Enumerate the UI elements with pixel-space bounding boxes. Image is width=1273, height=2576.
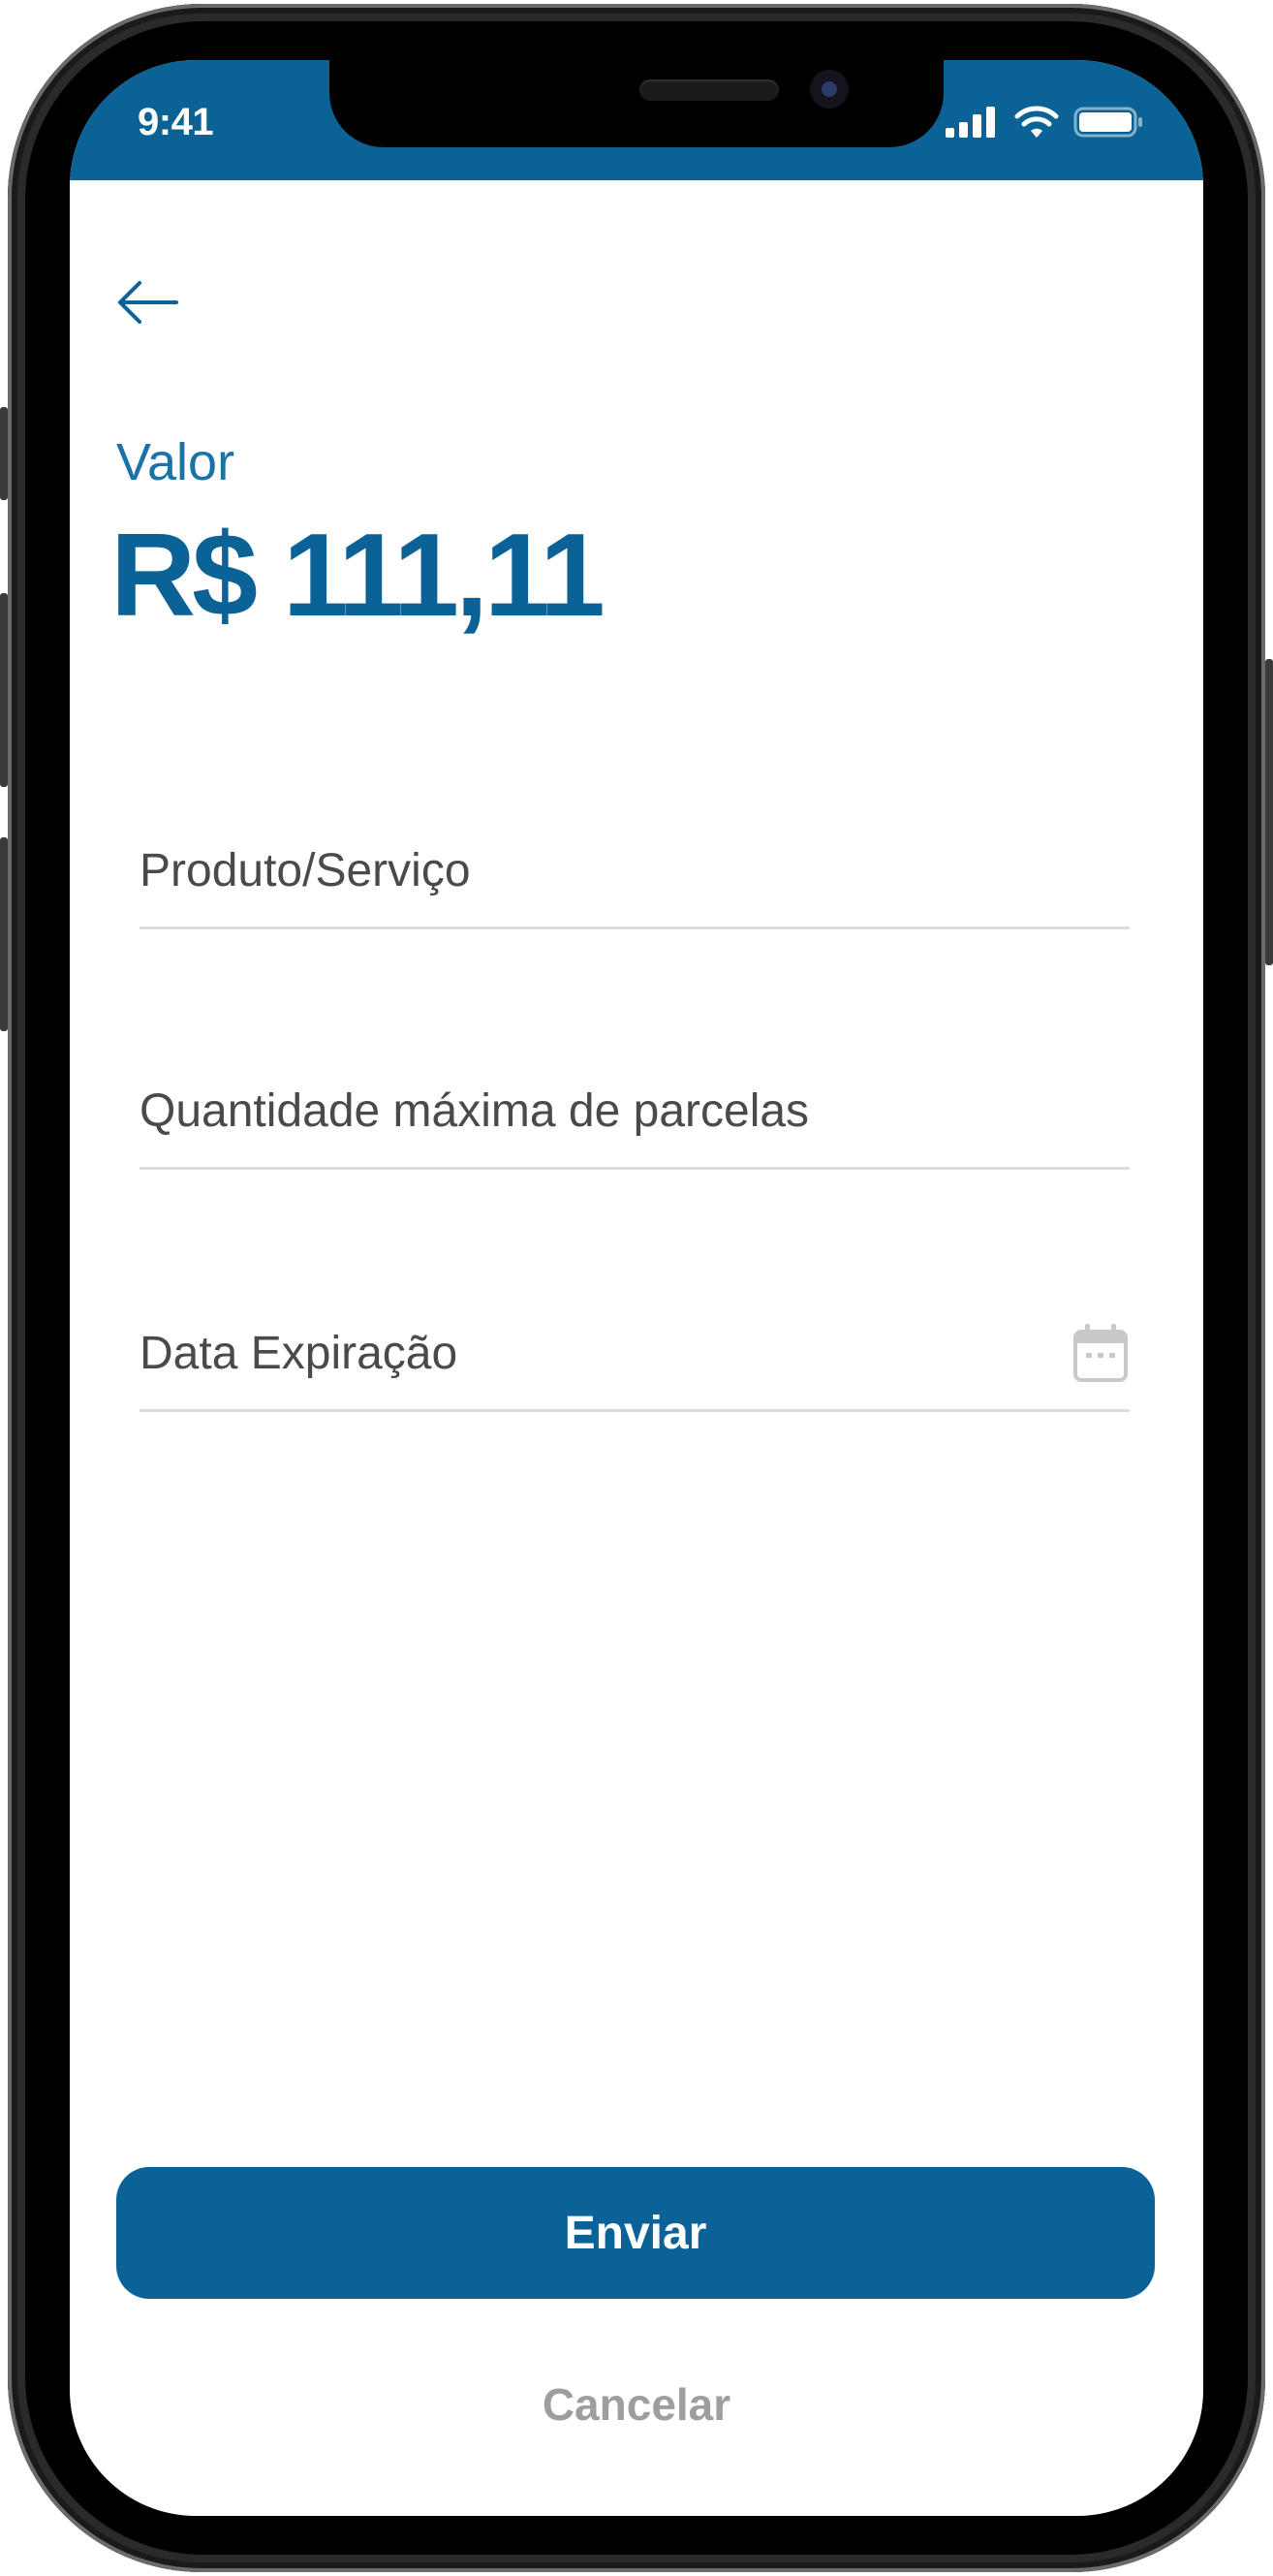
device-notch [329,60,944,147]
status-bar: 9:41 [70,60,1203,180]
phone-power-button [1265,659,1273,965]
battery-icon [1073,107,1142,138]
amount-label: Valor [116,433,235,491]
arrow-left-icon [118,281,178,324]
back-button[interactable] [109,264,186,341]
app-screen: 9:41 Valor R$ 111,11 Produto/Serviço Qua… [70,60,1203,2516]
submit-button[interactable]: Enviar [116,2167,1155,2299]
product-field-label: Produto/Serviço [140,845,471,896]
expiration-date-field-label: Data Expiração [140,1328,458,1379]
status-time: 9:41 [138,101,214,143]
speaker-grill [639,79,779,101]
cancel-button[interactable]: Cancelar [443,2371,830,2438]
product-field[interactable]: Produto/Serviço [140,839,1130,929]
wifi-icon [1014,106,1059,138]
installments-field-label: Quantidade máxima de parcelas [140,1085,810,1137]
calendar-icon[interactable] [1071,1322,1130,1384]
phone-volume-down [0,837,8,1031]
amount-value: R$ 111,11 [110,509,605,641]
phone-silent-switch [0,407,8,500]
front-camera [810,70,849,109]
installments-field[interactable]: Quantidade máxima de parcelas [140,1080,1130,1170]
expiration-date-field[interactable]: Data Expiração [140,1322,1130,1412]
cellular-signal-icon [946,107,995,138]
status-icons [944,103,1145,141]
phone-volume-up [0,593,8,787]
